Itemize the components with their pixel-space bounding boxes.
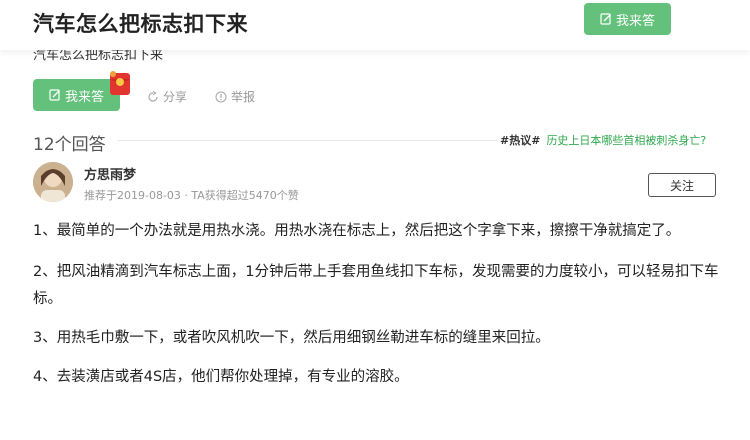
page-title: 汽车怎么把标志扣下来 [33, 12, 248, 36]
sticky-header: 汽车怎么把标志扣下来 我来答 [0, 0, 750, 50]
author-meta: 推荐于2019-08-03 · TA获得超过5470个赞 [84, 189, 299, 202]
hot-topic[interactable]: #热议# 历史上日本哪些首相被刺杀身亡? [500, 132, 706, 148]
share-button[interactable]: 分享 [147, 88, 187, 105]
follow-button[interactable]: 关注 [648, 173, 716, 197]
report-label: 举报 [231, 90, 256, 104]
answer-paragraph: 1、最简单的一个办法就是用热水浇。用热水浇在标志上，然后把这个字拿下来，擦擦干净… [33, 223, 681, 239]
answer-paragraph: 3、用热毛巾敷一下，或者吹风机吹一下，然后用细钢丝勒进车标的缝里来回拉。 [33, 330, 550, 346]
edit-icon [600, 13, 612, 25]
hot-tag: #热议# [500, 134, 541, 147]
answer-paragraph: 4、去装潢店或者4S店，他们帮你处理掉，有专业的溶胶。 [33, 369, 409, 385]
answer-body: 1、最简单的一个办法就是用热水浇。用热水浇在标志上，然后把这个字拿下来，擦擦干净… [33, 218, 723, 403]
answer-button-label: 我来答 [64, 89, 104, 105]
report-button[interactable]: 举报 [215, 88, 255, 105]
header-answer-label: 我来答 [615, 13, 655, 29]
red-packet-icon[interactable] [108, 70, 132, 96]
author-name[interactable]: 方思雨梦 [84, 164, 136, 183]
hot-topic-link[interactable]: 历史上日本哪些首相被刺杀身亡? [546, 132, 706, 148]
alert-icon [215, 90, 227, 103]
avatar[interactable] [33, 162, 73, 202]
header-answer-button[interactable]: 我来答 [584, 3, 671, 35]
answer-count: 12个回答 [33, 135, 106, 155]
answer-button[interactable]: 我来答 [33, 79, 120, 111]
answer-paragraph: 2、把风油精滴到汽车标志上面，1分钟后带上手套用鱼线扣下车标，发现需要的力度较小… [33, 264, 719, 307]
edit-icon [49, 89, 61, 101]
share-label: 分享 [163, 90, 188, 104]
divider [118, 140, 498, 141]
share-icon [148, 90, 158, 102]
